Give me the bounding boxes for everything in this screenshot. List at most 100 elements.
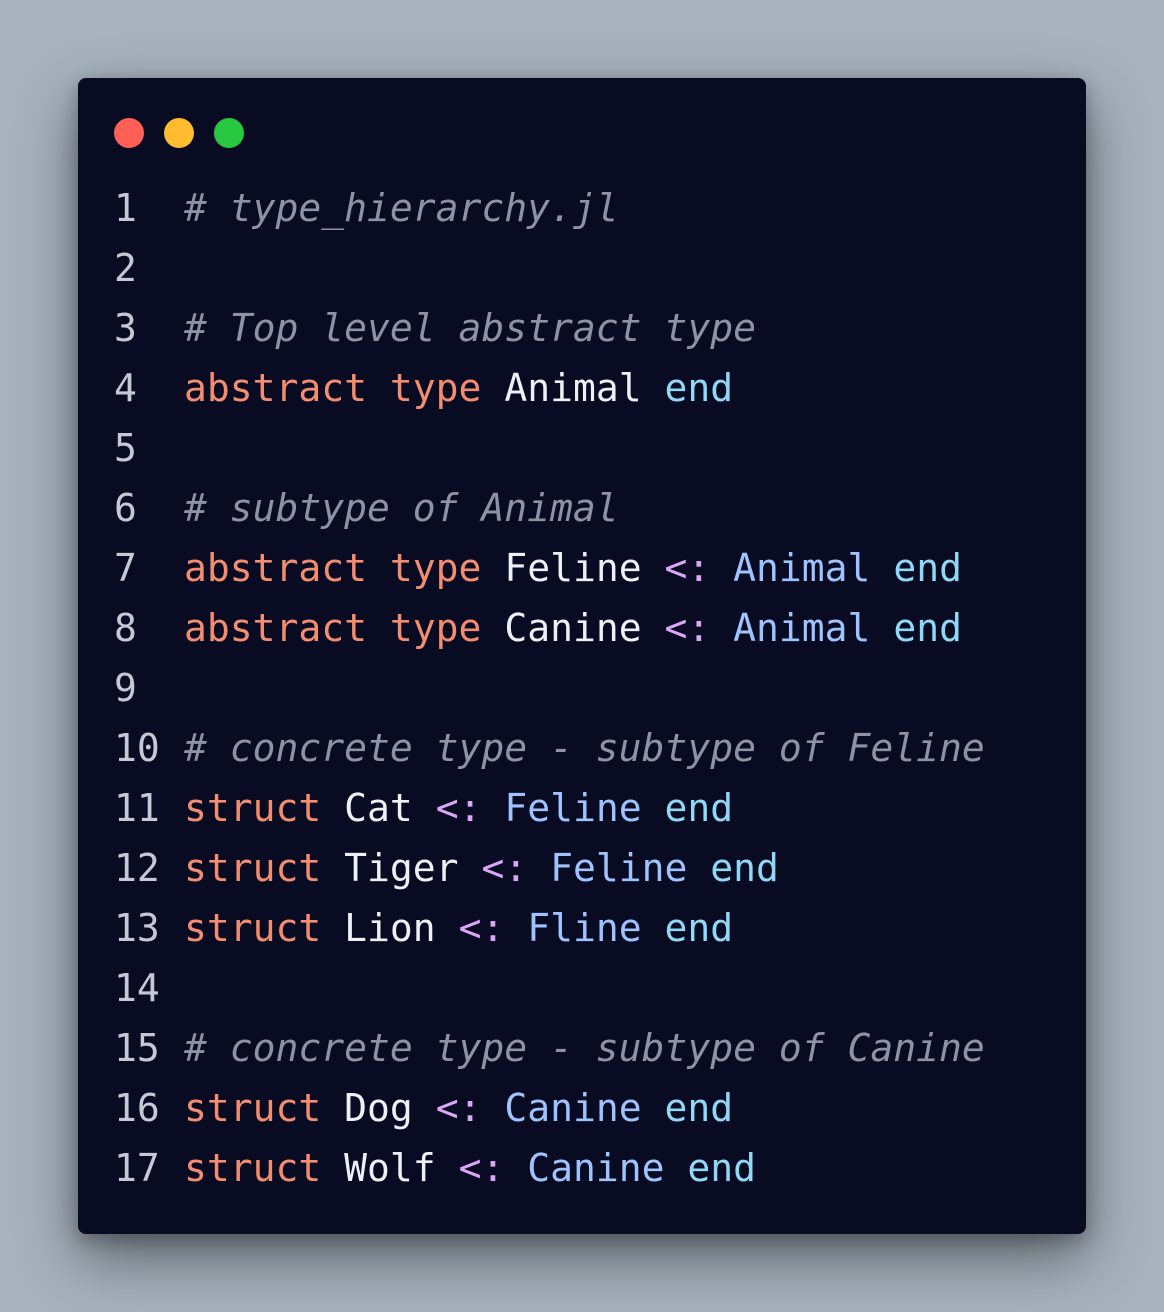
line-number: 3 (114, 306, 137, 350)
code-token-op: <: (435, 786, 482, 830)
code-token-name: Cat (344, 786, 413, 830)
code-token-op: <: (458, 906, 505, 950)
maximize-dot-icon[interactable] (214, 118, 244, 148)
line-number: 9 (114, 666, 137, 710)
code-token-name: Dog (344, 1086, 413, 1130)
line-source: # concrete type - subtype of Canine (184, 1018, 985, 1078)
line-source: # subtype of Animal (184, 478, 619, 538)
line-number: 5 (114, 426, 137, 470)
line-number: 4 (114, 366, 137, 410)
line-number: 14 (114, 966, 160, 1010)
line-number: 10 (114, 726, 160, 770)
code-token-comment: # concrete type - subtype of Canine (184, 1026, 985, 1070)
code-token-kw: struct (184, 786, 322, 830)
code-token-kw: struct (184, 906, 322, 950)
minimize-dot-icon[interactable] (164, 118, 194, 148)
code-token-name: Tiger (344, 846, 459, 890)
code-token-end: end (664, 786, 734, 830)
code-token-name: Animal (504, 366, 642, 410)
code-token-end: end (710, 846, 779, 890)
code-token-name: Feline (504, 546, 642, 590)
line-number: 2 (114, 246, 137, 290)
code-token-type: Feline (550, 846, 688, 890)
code-token-type: Animal (733, 546, 871, 590)
line-number: 7 (114, 546, 137, 590)
code-token-kw: struct (184, 1086, 322, 1130)
line-number: 12 (114, 846, 160, 890)
line-source: abstract type Canine <: Animal end (184, 598, 962, 658)
code-token-type: Canine (527, 1146, 665, 1190)
code-token-end: end (687, 1146, 757, 1190)
code-token-end: end (893, 546, 962, 590)
code-token-kw: struct (184, 1146, 322, 1190)
line-source: # type_hierarchy.jl (184, 178, 619, 238)
code-token-kw: abstract type (184, 606, 482, 650)
line-number: 1 (114, 186, 137, 230)
line-source: # concrete type - subtype of Feline (184, 718, 985, 778)
code-token-op: <: (435, 1086, 482, 1130)
code-token-comment: # concrete type - subtype of Feline (184, 726, 985, 770)
code-token-type: Feline (504, 786, 642, 830)
code-token-op: <: (664, 606, 711, 650)
line-number: 6 (114, 486, 137, 530)
line-source: struct Wolf <: Canine end (184, 1138, 756, 1198)
line-number: 15 (114, 1026, 160, 1070)
code-token-name: Canine (504, 606, 642, 650)
line-source: struct Tiger <: Feline end (184, 838, 779, 898)
code-token-type: Canine (504, 1086, 642, 1130)
code-token-name: Wolf (344, 1146, 436, 1190)
code-token-comment: # Top level abstract type (184, 306, 756, 350)
line-number: 17 (114, 1146, 160, 1190)
code-token-type: Fline (527, 906, 642, 950)
code-token-kw: abstract type (184, 546, 482, 590)
close-dot-icon[interactable] (114, 118, 144, 148)
code-token-type: Animal (733, 606, 871, 650)
line-number: 13 (114, 906, 160, 950)
code-token-kw: struct (184, 846, 322, 890)
code-token-name: Lion (344, 906, 436, 950)
line-source: # Top level abstract type (184, 298, 756, 358)
code-token-end: end (893, 606, 962, 650)
line-source: abstract type Feline <: Animal end (184, 538, 962, 598)
line-source: abstract type Animal end (184, 358, 733, 418)
code-token-op: <: (458, 1146, 505, 1190)
line-number: 16 (114, 1086, 160, 1130)
line-source: struct Dog <: Canine end (184, 1078, 733, 1138)
code-token-end: end (664, 366, 734, 410)
code-token-end: end (664, 1086, 734, 1130)
line-number: 11 (114, 786, 160, 830)
code-token-comment: # subtype of Animal (184, 486, 619, 530)
code-token-comment: # type_hierarchy.jl (184, 186, 619, 230)
code-window: 1 # type_hierarchy.jl 2 3 # Top level abstra… (78, 78, 1086, 1234)
code-token-end: end (664, 906, 734, 950)
line-source: struct Cat <: Feline end (184, 778, 733, 838)
code-token-op: <: (664, 546, 711, 590)
